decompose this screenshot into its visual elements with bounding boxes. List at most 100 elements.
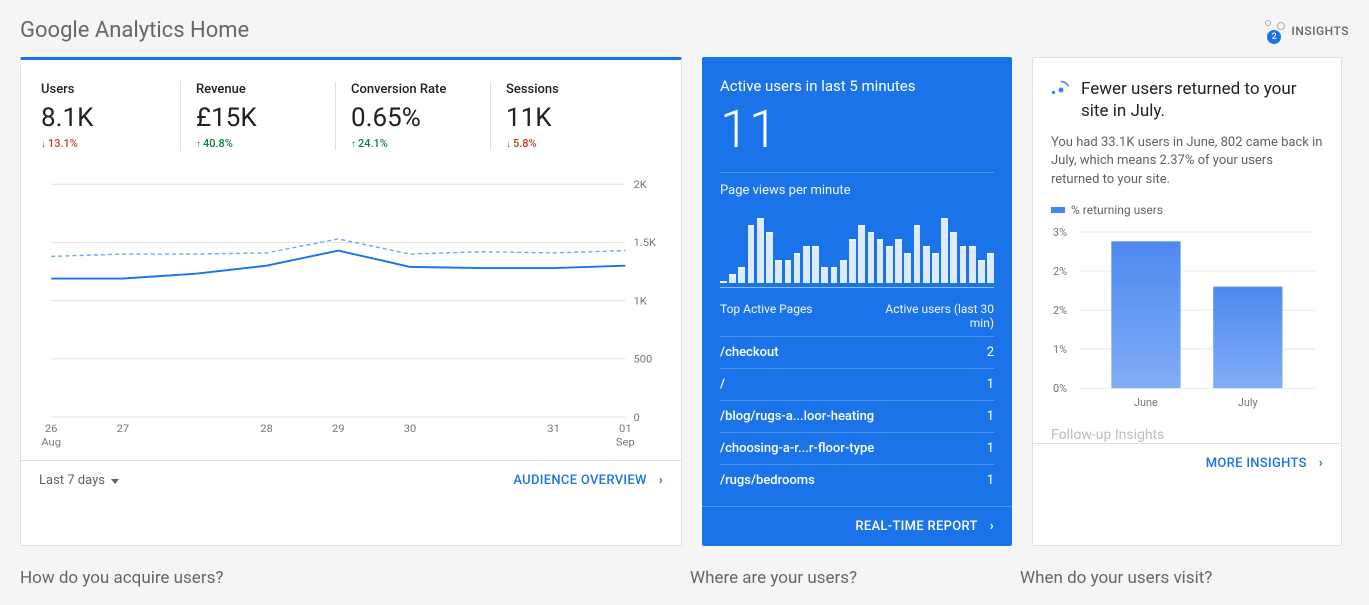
metric-value: 8.1K [41,103,165,133]
svg-text:Sep: Sep [616,436,635,449]
insights-badge: 2 [1267,30,1281,44]
page-users: 2 [987,345,994,360]
chevron-right-icon: › [990,519,994,534]
insight-legend: % returning users [1051,203,1323,217]
metric-label: Revenue [196,82,320,97]
top-page-row[interactable]: /1 [720,368,994,400]
metric-value: 11K [506,103,631,133]
page-users: 1 [987,377,994,392]
spark-bar [803,246,810,283]
spark-bar [729,274,736,283]
spark-bar [738,267,745,283]
overview-card: Users 8.1K ↓13.1% Revenue £15K ↑40.8% Conversi… [20,57,682,546]
spark-bar [941,218,948,283]
spark-bar [904,253,911,283]
spark-bar [923,246,930,283]
svg-text:2%: 2% [1053,265,1067,278]
svg-text:26: 26 [45,423,58,436]
svg-text:1K: 1K [633,295,647,308]
svg-text:31: 31 [547,423,560,436]
spark-bar [821,267,828,283]
svg-text:July: July [1238,396,1259,409]
realtime-subtitle: Page views per minute [720,183,994,198]
svg-text:28: 28 [260,423,273,436]
spark-bar [785,260,792,283]
metric-delta: ↑24.1% [351,137,475,150]
legend-label: % returning users [1071,203,1163,217]
svg-text:2K: 2K [633,178,647,191]
svg-text:1.5K: 1.5K [633,237,656,250]
metric-delta: ↑40.8% [196,137,320,150]
metric-label: Conversion Rate [351,82,475,97]
svg-text:0: 0 [633,411,639,424]
caret-down-icon [111,473,119,488]
returning-users-bar-chart: 0% 1% 2% 2% 3% June July [1051,223,1323,413]
metric-conversion-rate[interactable]: Conversion Rate 0.65% ↑24.1% [351,82,491,150]
action-label: MORE INSIGHTS [1206,456,1307,471]
page-path: /rugs/bedrooms [720,473,815,488]
spark-bar [720,281,727,283]
insights-icon: 2 [1263,20,1285,42]
top-page-row[interactable]: /rugs/bedrooms1 [720,464,994,496]
metric-value: £15K [196,103,320,133]
metric-sessions[interactable]: Sessions 11K ↓5.8% [506,82,646,150]
realtime-active-users: 11 [720,99,994,160]
pageviews-spark-chart [720,208,994,288]
svg-text:30: 30 [404,423,417,436]
top-page-row[interactable]: /checkout2 [720,336,994,368]
audience-overview-button[interactable]: AUDIENCE OVERVIEW › [513,473,663,488]
top-page-row[interactable]: /choosing-a-r...r-floor-type1 [720,432,994,464]
spark-bar [849,239,856,283]
svg-text:1%: 1% [1053,343,1067,356]
svg-text:June: June [1134,396,1158,409]
active-users-header: Active users (last 30 min) [864,302,994,330]
insights-card: Fewer users returned to your site in Jul… [1032,57,1342,546]
metric-label: Sessions [506,82,631,97]
spark-bar [932,253,939,283]
svg-text:0%: 0% [1053,382,1067,395]
spark-bar [766,232,773,283]
page-path: /blog/rugs-a...loor-heating [720,409,874,424]
insight-title: Fewer users returned to your site in Jul… [1081,78,1323,122]
page-path: / [720,377,725,392]
spark-bar [987,253,994,283]
metric-delta: ↓5.8% [506,137,631,150]
realtime-report-button[interactable]: REAL-TIME REPORT › [855,519,994,534]
realtime-card: Active users in last 5 minutes 11 Page v… [702,57,1012,546]
metric-revenue[interactable]: Revenue £15K ↑40.8% [196,82,336,150]
metric-label: Users [41,82,165,97]
spark-bar [812,246,819,283]
realtime-title: Active users in last 5 minutes [720,77,994,95]
spark-bar [960,246,967,283]
date-range-label: Last 7 days [39,473,105,488]
spark-bar [831,267,838,283]
action-label: AUDIENCE OVERVIEW [513,473,646,488]
svg-text:29: 29 [332,423,345,436]
svg-text:01: 01 [619,423,632,436]
chevron-right-icon: › [1319,456,1323,471]
svg-text:3%: 3% [1053,226,1067,239]
insights-button[interactable]: 2 INSIGHTS [1263,20,1349,42]
top-page-row[interactable]: /blog/rugs-a...loor-heating1 [720,400,994,432]
spark-bar [950,232,957,283]
section-when-users: When do your users visit? [1020,568,1330,588]
svg-text:2%: 2% [1053,304,1067,317]
page-title: Google Analytics Home [20,18,249,43]
legend-swatch [1051,207,1065,213]
more-insights-button[interactable]: MORE INSIGHTS › [1206,456,1323,471]
date-range-picker[interactable]: Last 7 days [39,473,119,488]
spark-bar [757,218,764,283]
metric-value: 0.65% [351,103,475,133]
spark-bar [868,232,875,283]
returning-users-icon [1051,80,1071,100]
spark-bar [886,246,893,283]
metric-delta: ↓13.1% [41,137,165,150]
spark-bar [794,253,801,283]
section-where-users: Where are your users? [690,568,1000,588]
metric-users[interactable]: Users 8.1K ↓13.1% [41,82,181,150]
spark-bar [895,239,902,283]
top-pages-header: Top Active Pages [720,302,813,330]
svg-text:500: 500 [633,353,652,366]
spark-bar [858,225,865,283]
chevron-right-icon: › [659,473,663,488]
